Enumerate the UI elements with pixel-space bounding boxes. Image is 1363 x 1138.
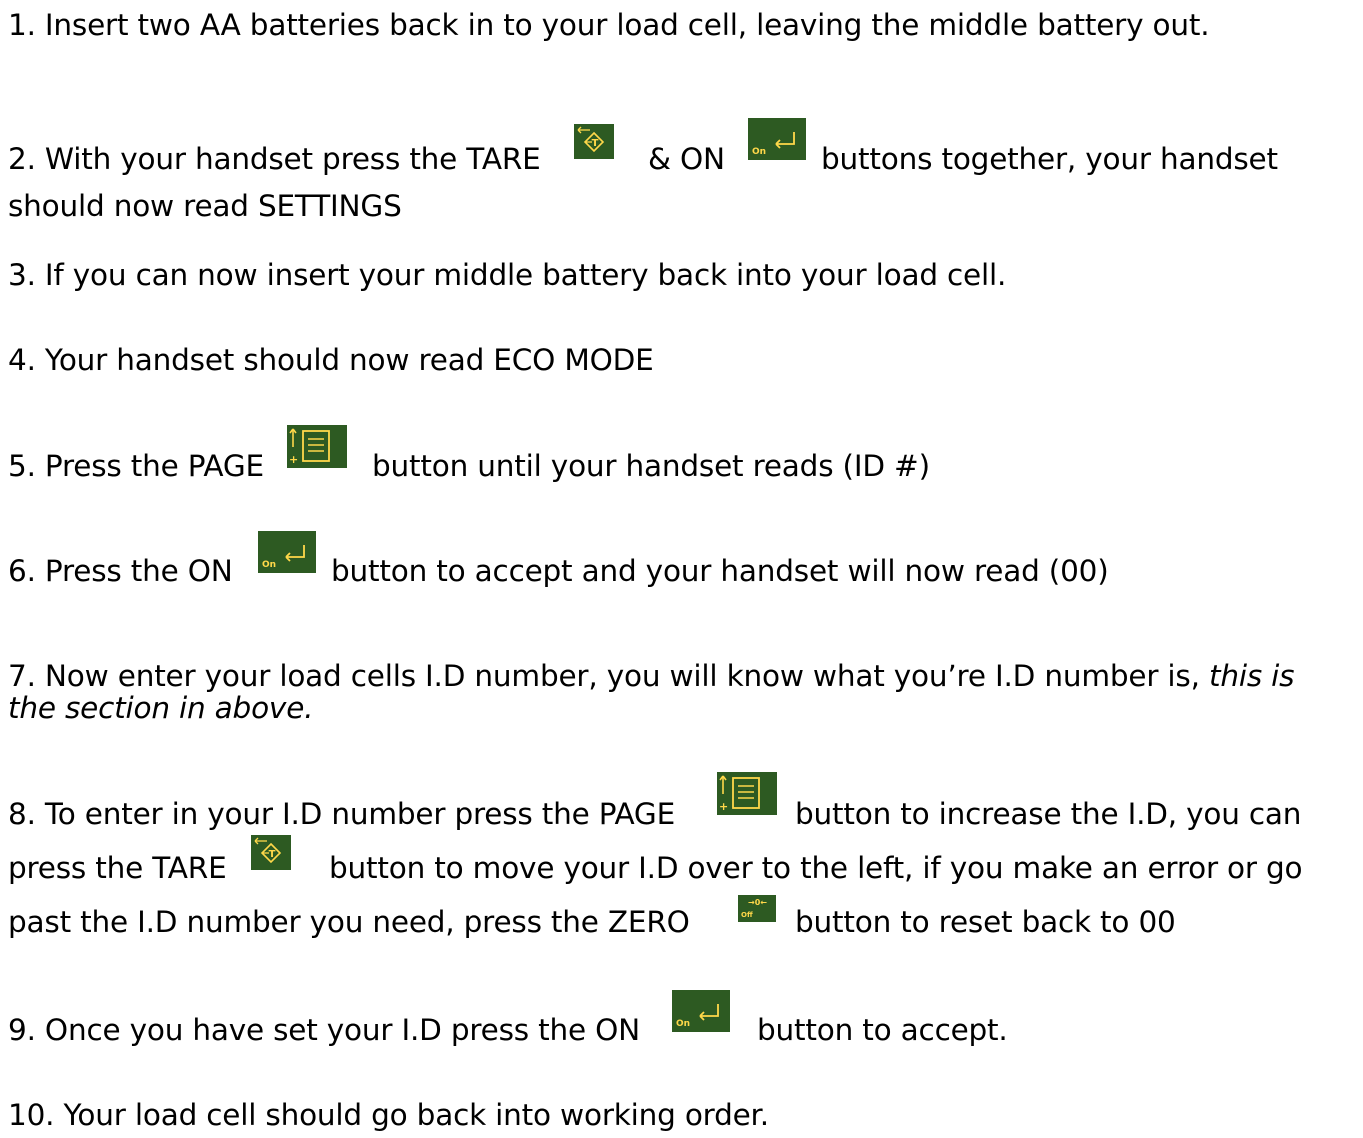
step-2-line-1b: & ON	[648, 144, 725, 174]
step-6: 6. Press the ON	[8, 556, 233, 586]
on-button-label: On	[262, 560, 277, 570]
step-2-text-b: & ON	[648, 142, 725, 176]
step-8-line-1b: button to increase the I.D, you can	[795, 797, 1302, 831]
svg-text:T: T	[592, 138, 599, 149]
step-7-italic-1: this is	[1208, 659, 1295, 693]
on-button-label: On	[676, 1019, 691, 1029]
on-button-icon: On	[748, 118, 806, 160]
step-5-text-b: button until your handset reads (ID #)	[372, 449, 930, 483]
zero-button-off-label: Off	[741, 911, 753, 919]
step-2-line-2: should now read SETTINGS	[8, 191, 402, 221]
step-2-line-1c: buttons together, your handset	[821, 144, 1278, 174]
step-8-text-f: button to reset back to 00	[795, 905, 1176, 939]
on-button-icon: On	[258, 531, 316, 573]
step-1: 1. Insert two AA batteries back in to yo…	[8, 8, 1210, 42]
step-2-text-a: 2. With your handset press the TARE	[8, 142, 541, 176]
step-2-text-c: buttons together, your handset	[821, 142, 1278, 176]
step-8-text-e: past the I.D number you need, press the …	[8, 905, 690, 939]
step-9-text-b: button to accept.	[757, 1013, 1008, 1047]
step-8-text-c: press the TARE	[8, 851, 227, 885]
step-6b: button to accept and your handset will n…	[331, 556, 1109, 586]
step-3: 3. If you can now insert your middle bat…	[8, 260, 1006, 290]
page-plus-glyph: +	[719, 800, 729, 813]
step-8-line-2: press the TARE	[8, 853, 227, 883]
on-button-label: On	[752, 147, 767, 157]
on-button-icon: On	[672, 990, 730, 1032]
step-5: 5. Press the PAGE	[8, 451, 264, 481]
step-6-text-a: 6. Press the ON	[8, 554, 233, 588]
page-button-icon: +	[717, 772, 777, 815]
step-7-line-2: the section in above.	[8, 691, 314, 725]
zero-button-icon: →0← Off	[738, 895, 776, 922]
step-9-text-a: 9. Once you have set your I.D press the …	[8, 1013, 641, 1047]
step-4: 4. Your handset should now read ECO MODE	[8, 345, 654, 375]
zero-button-glyph: →0←	[748, 898, 767, 907]
step-7-italic-2: the section in above.	[8, 691, 314, 725]
step-2-text-d: should now read SETTINGS	[8, 189, 402, 223]
step-3-text: 3. If you can now insert your middle bat…	[8, 258, 1007, 292]
step-8-line-1: 8. To enter in your I.D number press the…	[8, 799, 675, 829]
step-8-line-2b: button to move your I.D over to the left…	[329, 851, 1303, 885]
step-6-text-b: button to accept and your handset will n…	[331, 554, 1109, 588]
svg-text:T: T	[269, 849, 276, 860]
step-9: 9. Once you have set your I.D press the …	[8, 1015, 640, 1045]
page-plus-glyph: +	[289, 453, 299, 466]
step-8-text-d: button to move your I.D over to the left…	[329, 851, 1303, 885]
step-2-line-1: 2. With your handset press the TARE	[8, 144, 541, 174]
step-8-line-3: past the I.D number you need, press the …	[8, 907, 690, 937]
step-5-text-a: 5. Press the PAGE	[8, 449, 264, 483]
step-5b: button until your handset reads (ID #)	[372, 451, 930, 481]
page-button-icon: +	[287, 425, 347, 468]
step-8-line-3b: button to reset back to 00	[795, 907, 1176, 937]
step-8-text-a: 8. To enter in your I.D number press the…	[8, 797, 676, 831]
step-4-text: 4. Your handset should now read ECO MODE	[8, 343, 654, 377]
step-7-line-1: 7. Now enter your load cells I.D number,…	[8, 659, 1295, 693]
step-7-text-a: 7. Now enter your load cells I.D number,…	[8, 659, 1200, 693]
step-10: 10. Your load cell should go back into w…	[8, 1100, 769, 1130]
step-10-text: 10. Your load cell should go back into w…	[8, 1098, 769, 1132]
step-9b: button to accept.	[757, 1015, 1008, 1045]
tare-button-icon: T	[251, 835, 291, 870]
step-8-text-b: button to increase the I.D, you can	[795, 797, 1302, 831]
tare-button-icon: T	[574, 124, 614, 159]
step-1-text: 1. Insert two AA batteries back in to yo…	[8, 8, 1210, 42]
